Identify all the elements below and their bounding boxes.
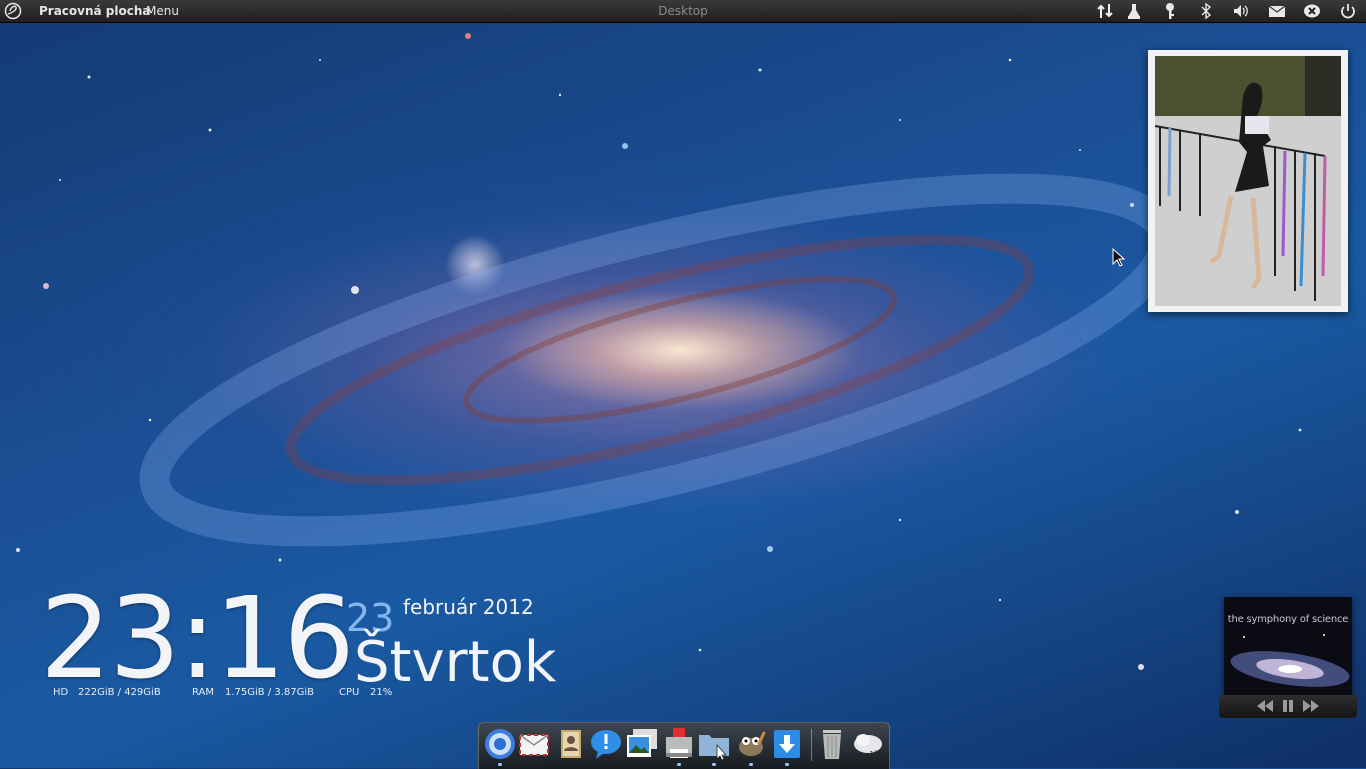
package-installer-icon[interactable] <box>1125 2 1143 20</box>
photo-frame-widget[interactable] <box>1148 50 1348 312</box>
music-controls <box>1219 695 1357 718</box>
running-indicator <box>785 763 789 766</box>
hd-label: HD <box>53 687 69 698</box>
pause-icon[interactable] <box>1280 699 1296 713</box>
printer-icon[interactable] <box>662 727 696 761</box>
mail-app-icon[interactable] <box>517 727 551 761</box>
ram-label: RAM <box>192 687 215 698</box>
clock-month-year: február 2012 <box>403 595 534 619</box>
close-session-icon[interactable] <box>1303 2 1321 20</box>
album-cover-galaxy <box>1230 634 1350 687</box>
contacts-icon[interactable] <box>554 727 588 761</box>
album-title: the symphony of science <box>1227 614 1349 625</box>
chrome-icon[interactable] <box>483 727 517 761</box>
running-indicator <box>749 763 753 766</box>
photo-viewer-icon[interactable] <box>625 727 659 761</box>
bluetooth-icon[interactable] <box>1197 2 1215 20</box>
volume-icon[interactable] <box>1232 2 1250 20</box>
power-icon[interactable] <box>1339 2 1357 20</box>
chat-icon[interactable] <box>589 727 623 761</box>
keyring-icon[interactable] <box>1161 2 1179 20</box>
hd-value: 222GiB / 429GiB <box>78 687 161 698</box>
running-indicator <box>677 763 681 766</box>
weather-icon[interactable]: -1°C <box>851 727 885 761</box>
network-updown-icon[interactable] <box>1096 2 1114 20</box>
dock: -1°C <box>478 722 890 769</box>
music-player-widget[interactable]: the symphony of science <box>1224 597 1352 695</box>
gimp-icon[interactable] <box>734 727 768 761</box>
download-icon[interactable] <box>770 727 804 761</box>
ram-value: 1.75GiB / 3.87GiB <box>225 687 315 698</box>
cpu-label: CPU <box>339 687 360 698</box>
previous-track-icon[interactable] <box>1257 699 1273 713</box>
mouse-cursor-icon <box>1112 248 1126 267</box>
running-indicator <box>498 763 502 766</box>
clock-time: 23:16 <box>40 574 355 704</box>
top-panel: Pracovná plocha Menu Desktop <box>0 0 1366 23</box>
trash-icon[interactable] <box>815 727 849 761</box>
file-manager-icon[interactable] <box>697 727 731 761</box>
next-track-icon[interactable] <box>1303 699 1319 713</box>
clock-weekday: Štvrtok <box>354 630 557 695</box>
dock-separator <box>811 729 812 761</box>
elementary-logo-icon[interactable] <box>4 2 22 20</box>
mail-icon[interactable] <box>1268 2 1286 20</box>
menu-button[interactable]: Menu <box>146 0 179 22</box>
cpu-value: 21% <box>370 687 393 698</box>
photo-image <box>1155 56 1341 306</box>
app-title[interactable]: Pracovná plocha <box>39 0 151 22</box>
running-indicator <box>712 763 716 766</box>
weather-temp: -1°C <box>867 750 882 758</box>
